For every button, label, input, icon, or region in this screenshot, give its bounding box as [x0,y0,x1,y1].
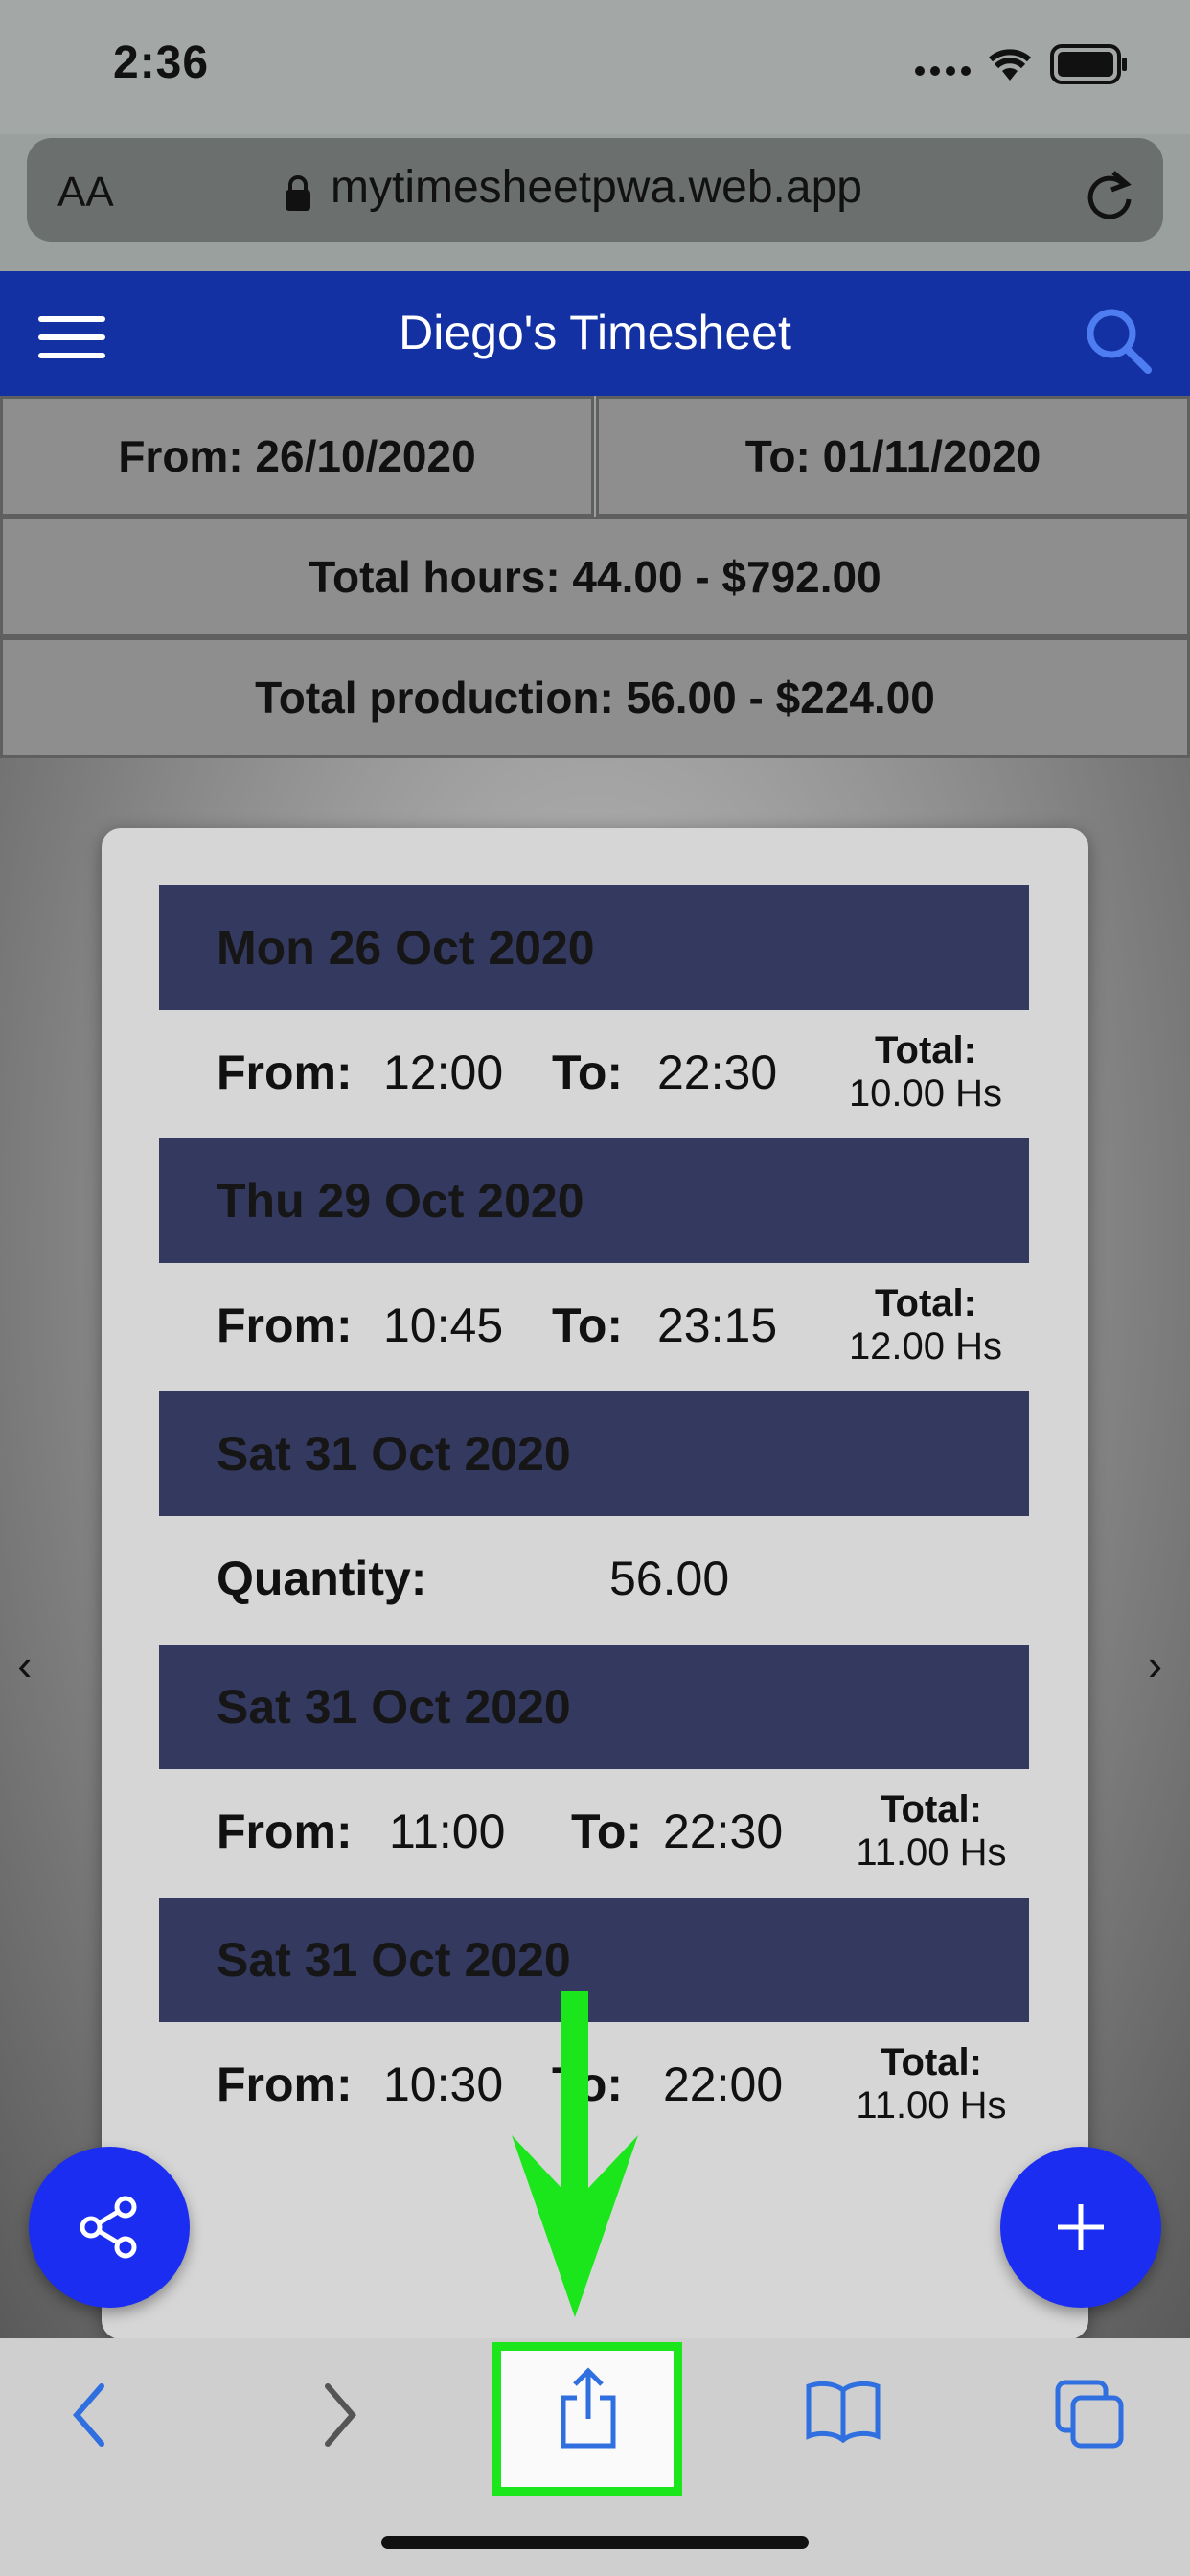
production-entry-row[interactable]: Quantity: 56.00 [159,1516,1029,1644]
to-time: 22:30 [657,1046,778,1099]
back-chevron-icon[interactable] [65,2377,113,2453]
carousel-prev-button[interactable]: ‹ [17,1639,32,1690]
share-nodes-icon [80,2196,137,2259]
wifi-icon [989,49,1031,80]
from-time: 10:45 [383,1299,504,1352]
share-fab-button[interactable] [29,2147,190,2308]
day-header[interactable]: Sat 31 Oct 2020 [159,1392,1029,1516]
battery-icon [1050,44,1127,84]
from-time: 10:30 [383,2058,504,2111]
to-time: 22:00 [663,2058,784,2111]
entry-total: Total: 11.00 Hs [856,2041,1007,2127]
forward-chevron-icon[interactable] [316,2377,364,2453]
quantity-label: Quantity: [217,1552,427,1605]
carousel-next-button[interactable]: › [1148,1639,1162,1690]
page-title: Diego's Timesheet [399,306,791,359]
date-from-filter[interactable]: From: 26/10/2020 [0,396,594,517]
quantity-value: 56.00 [609,1552,730,1605]
total-hours: Total hours: 44.00 - $792.00 [0,517,1190,637]
time-entry-row[interactable]: From: 10:45 To: 23:15 Total: 12.00 Hs [159,1263,1029,1392]
lock-icon [286,175,310,211]
tabs-icon[interactable] [1052,2377,1129,2453]
entry-total: Total: 12.00 Hs [848,1282,1003,1368]
add-entry-fab-button[interactable] [1000,2147,1161,2308]
time-entry-row[interactable]: From: 11:00 To: 22:30 Total: 11.00 Hs [159,1769,1029,1898]
from-label: From: [217,1805,353,1858]
reload-icon[interactable] [1083,165,1136,222]
green-arrow-annotation [512,1991,638,2317]
to-time: 22:30 [663,1805,784,1858]
text-size-button[interactable]: AA [57,169,114,217]
bookmarks-book-icon[interactable] [805,2377,881,2444]
home-indicator [381,2536,809,2549]
entry-total: Total: 11.00 Hs [856,1788,1007,1874]
time-entry-row[interactable]: From: 12:00 To: 22:30 Total: 10.00 Hs [159,1010,1029,1138]
day-header[interactable]: Thu 29 Oct 2020 [159,1138,1029,1263]
to-label: To: [571,1805,643,1858]
day-header[interactable]: Mon 26 Oct 2020 [159,886,1029,1010]
to-label: To: [552,1299,624,1352]
plus-icon [1058,2204,1104,2250]
url-text[interactable]: mytimesheetpwa.web.app [331,161,862,214]
share-icon[interactable] [552,2365,625,2451]
search-icon[interactable] [1081,303,1157,380]
day-header[interactable]: Sat 31 Oct 2020 [159,1644,1029,1769]
from-label: From: [217,2058,353,2111]
from-label: From: [217,1046,353,1099]
from-time: 11:00 [389,1805,506,1858]
total-production: Total production: 56.00 - $224.00 [0,637,1190,758]
to-label: To: [552,1046,624,1099]
status-time: 2:36 [113,37,210,88]
to-time: 23:15 [657,1299,778,1352]
from-time: 12:00 [383,1046,504,1099]
from-label: From: [217,1299,353,1352]
date-to-filter[interactable]: To: 01/11/2020 [596,396,1190,517]
entry-total: Total: 10.00 Hs [848,1029,1003,1115]
cellular-signal-icon [915,63,976,80]
